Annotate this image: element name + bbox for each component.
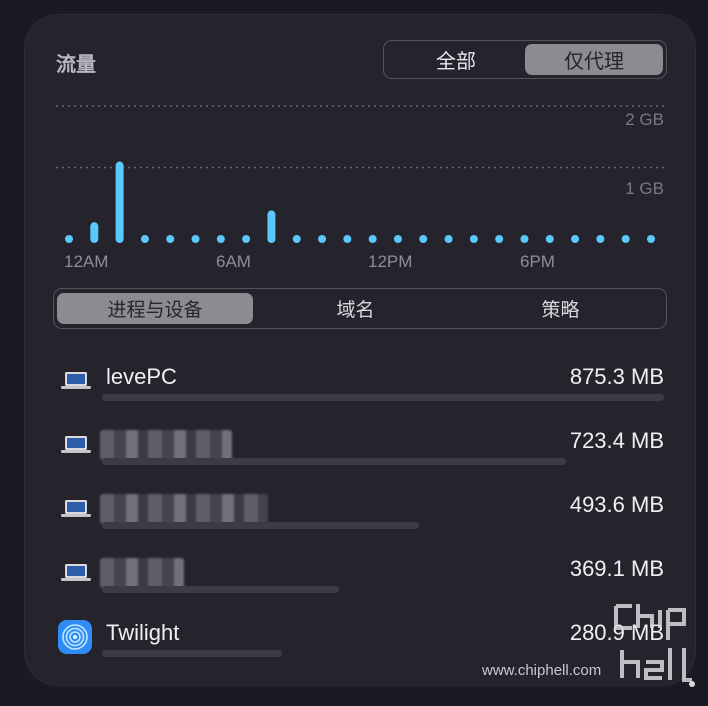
traffic-bar[interactable] [216, 235, 225, 243]
device-list: levePC 875.3 MB 723.4 MB 493.6 MB 369.1 [56, 352, 668, 672]
tab-processes-devices[interactable]: 进程与设备 [57, 293, 253, 324]
usage-bar [102, 522, 419, 529]
traffic-bar[interactable] [166, 235, 175, 243]
tab-proxy-only[interactable]: 仅代理 [525, 44, 663, 75]
traffic-bar[interactable] [647, 235, 655, 243]
device-traffic: 875.3 MB [569, 364, 664, 389]
x-tick-6pm: 6PM [520, 252, 555, 271]
laptop-icon [61, 564, 91, 581]
list-item[interactable]: 723.4 MB [56, 416, 668, 480]
traffic-bar[interactable] [571, 235, 580, 243]
laptop-icon [61, 372, 91, 389]
traffic-chart: 2 GB 1 GB 12AM 6AM 12PM 6PM [56, 96, 668, 276]
traffic-bar[interactable] [115, 161, 124, 243]
device-traffic: 723.4 MB [569, 428, 664, 453]
device-name: levePC [106, 364, 177, 389]
usage-bar [102, 650, 283, 657]
traffic-bar[interactable] [596, 235, 605, 243]
y-tick-1gb: 1 GB [625, 179, 664, 198]
x-tick-6am: 6AM [216, 252, 251, 271]
y-tick-2gb: 2 GB [625, 110, 664, 129]
traffic-bar[interactable] [318, 235, 327, 243]
usage-bar [102, 586, 340, 593]
device-traffic: 369.1 MB [569, 556, 664, 581]
traffic-bar[interactable] [545, 235, 554, 243]
redacted-device-name [100, 430, 232, 460]
twilight-app-icon [58, 620, 92, 654]
list-item[interactable]: 369.1 MB [56, 544, 668, 608]
panel-title: 流量 [56, 52, 96, 76]
device-traffic: 493.6 MB [569, 492, 664, 517]
traffic-filter-segmented-control: 全部 仅代理 [383, 40, 667, 79]
traffic-bar[interactable] [393, 235, 402, 243]
usage-bar [102, 458, 567, 465]
redacted-device-name [100, 558, 184, 588]
traffic-bar[interactable] [267, 210, 276, 243]
tab-policies[interactable]: 策略 [458, 293, 663, 324]
traffic-bar[interactable] [495, 235, 504, 243]
tab-domains[interactable]: 域名 [253, 293, 458, 324]
usage-bar [102, 394, 664, 401]
x-tick-12pm: 12PM [368, 252, 413, 271]
list-item[interactable]: 493.6 MB [56, 480, 668, 544]
traffic-bar[interactable] [90, 222, 99, 243]
category-segmented-control: 进程与设备 域名 策略 [53, 288, 667, 329]
traffic-bar[interactable] [65, 235, 73, 243]
traffic-bar[interactable] [343, 235, 352, 243]
device-name: Twilight [106, 620, 180, 645]
traffic-bar[interactable] [469, 235, 478, 243]
traffic-bar[interactable] [368, 235, 377, 243]
traffic-bar[interactable] [292, 235, 301, 243]
tab-all[interactable]: 全部 [387, 44, 525, 75]
laptop-icon [61, 500, 91, 517]
x-tick-12am: 12AM [64, 252, 109, 271]
traffic-bar[interactable] [444, 235, 453, 243]
traffic-bar-chart [56, 105, 668, 243]
traffic-bar[interactable] [242, 235, 251, 243]
traffic-bar[interactable] [191, 235, 200, 243]
chiphell-watermark-logo [614, 604, 695, 687]
traffic-bar[interactable] [520, 235, 529, 243]
laptop-icon [61, 436, 91, 453]
redacted-device-name [100, 494, 268, 524]
traffic-bar[interactable] [419, 235, 428, 243]
traffic-bar[interactable] [140, 235, 149, 243]
list-item[interactable]: levePC 875.3 MB [56, 352, 668, 416]
watermark-url: www.chiphell.com [482, 662, 602, 679]
traffic-bar[interactable] [621, 235, 630, 243]
